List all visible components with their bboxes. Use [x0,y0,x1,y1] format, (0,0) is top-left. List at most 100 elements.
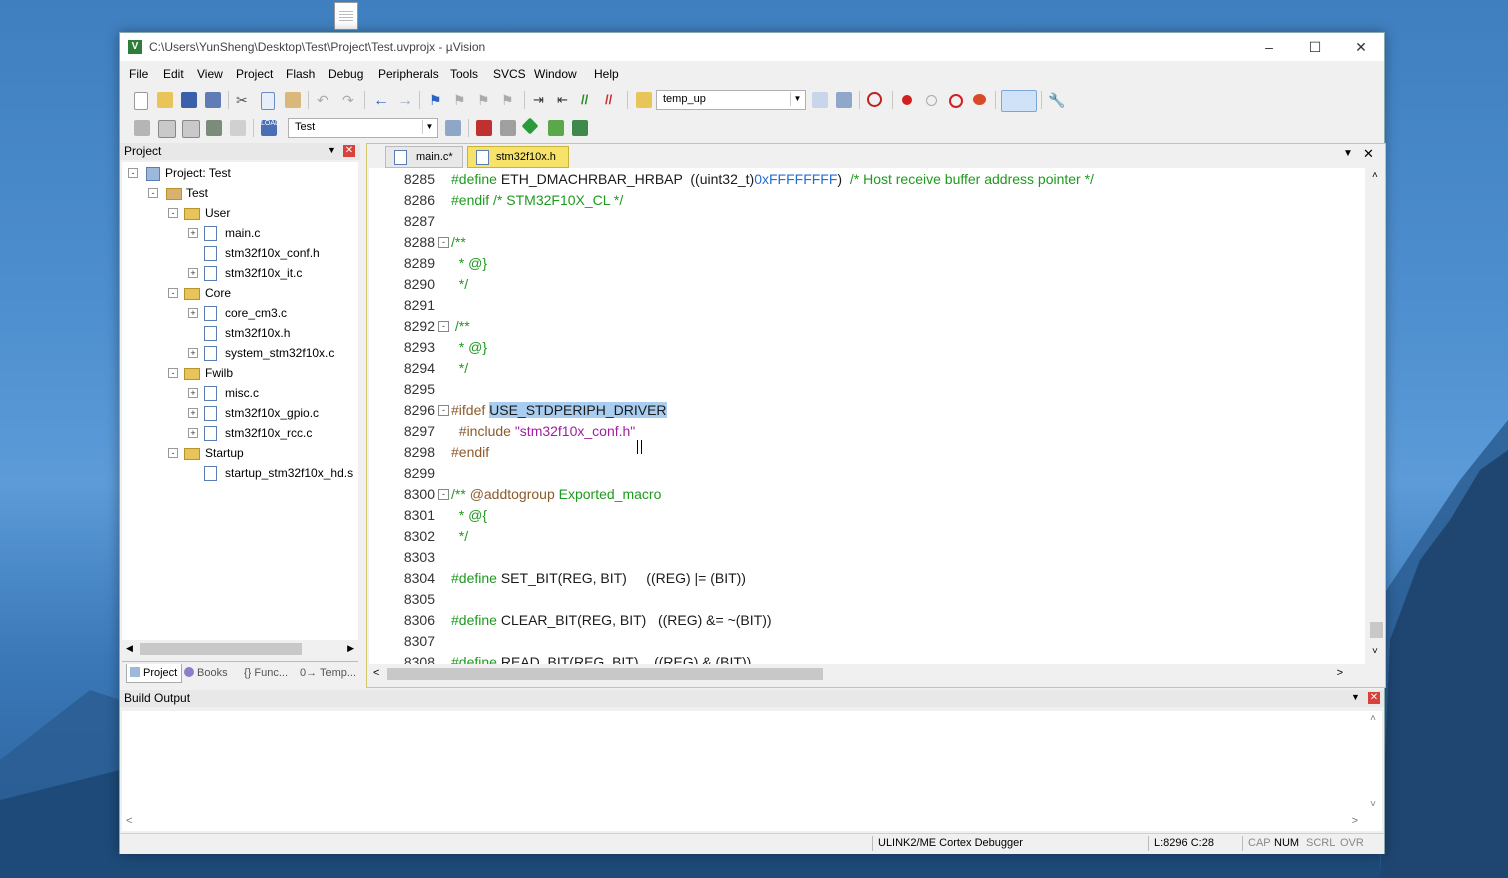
collapse-icon[interactable]: - [168,448,178,458]
code-line[interactable]: 8291 [369,295,1365,316]
comment-icon[interactable]: // [581,92,597,108]
tab-main-c[interactable]: main.c* [385,146,463,168]
close-panel-icon[interactable]: ✕ [343,145,355,157]
unindent-icon[interactable]: ⇤ [557,92,573,108]
code-line[interactable]: 8301 * @{ [369,505,1365,526]
scroll-up-icon[interactable]: ˄ [1372,170,1378,181]
fold-collapse-icon[interactable]: - [438,321,449,332]
editor-hscrollbar[interactable]: ˂ ˃ [369,665,1365,683]
prev-bookmark-icon[interactable]: ⚑ [453,92,469,108]
rebuild-icon[interactable] [182,120,200,138]
close-tab-icon[interactable]: ✕ [1363,146,1374,162]
desktop-file-icon[interactable] [334,2,358,30]
menu-help[interactable]: Help [594,67,619,81]
expand-icon[interactable]: + [188,228,198,238]
minimize-button[interactable]: – [1246,33,1292,61]
manage-project-items-icon[interactable] [476,120,492,136]
chevron-down-icon[interactable]: ▼ [422,120,436,134]
indent-icon[interactable]: ⇥ [533,92,549,108]
scroll-up-icon[interactable]: ˄ [1370,713,1376,724]
fold-collapse-icon[interactable]: - [438,405,449,416]
collapse-icon[interactable]: - [168,208,178,218]
configure-wrench-icon[interactable]: 🔧 [1048,92,1065,108]
code-editor[interactable]: 8285 #define ETH_DMACHRBAR_HRBAP ((uint32… [369,168,1365,664]
menu-svcs[interactable]: SVCS [493,67,526,81]
find-in-files-icon[interactable] [636,92,652,108]
code-line[interactable]: 8288-/** [369,232,1365,253]
pin-icon[interactable]: ▼ [326,145,337,156]
stop-build-icon[interactable] [230,120,246,136]
collapse-icon[interactable]: - [128,168,138,178]
close-window-button[interactable]: ✕ [1338,33,1384,61]
project-hscrollbar[interactable]: ◀ ▶ [122,641,358,658]
download-load-icon[interactable]: LOAD [261,120,280,136]
collapse-icon[interactable]: - [168,368,178,378]
redo-icon[interactable]: ↷ [342,92,358,108]
tab-project[interactable]: Project [126,664,182,683]
menu-window[interactable]: Window [534,67,577,81]
bookmark-icon[interactable]: ⚑ [429,92,445,108]
target-options-icon[interactable] [445,120,461,136]
pin-icon[interactable]: ▼ [1350,692,1361,703]
incremental-find-icon[interactable] [812,92,828,108]
debug-settings-icon[interactable] [836,92,852,108]
scrollbar-thumb[interactable] [140,643,302,655]
code-line[interactable]: 8295 [369,379,1365,400]
code-line[interactable]: 8292- /** [369,316,1365,337]
menu-tools[interactable]: Tools [450,67,478,81]
expand-icon[interactable]: + [188,428,198,438]
paste-icon[interactable] [285,92,301,108]
code-line[interactable]: 8299 [369,463,1365,484]
next-bookmark-icon[interactable]: ⚑ [477,92,493,108]
menu-flash[interactable]: Flash [286,67,315,81]
maximize-button[interactable]: ☐ [1292,33,1338,61]
new-file-icon[interactable] [134,92,148,110]
scroll-left-icon[interactable]: ◀ [126,643,133,654]
insert-breakpoint-icon[interactable] [902,95,912,105]
tab-list-dropdown-icon[interactable]: ▼ [1343,148,1353,159]
code-line[interactable]: 8298 #endif [369,442,1365,463]
scroll-left-icon[interactable]: ˂ [373,667,379,679]
file-extensions-icon[interactable] [500,120,516,136]
menu-peripherals[interactable]: Peripherals [378,67,439,81]
scroll-down-icon[interactable]: ˅ [1372,646,1378,657]
fold-collapse-icon[interactable]: - [438,237,449,248]
scrollbar-thumb[interactable] [1370,622,1383,638]
clear-bookmarks-icon[interactable]: ⚑ [501,92,517,108]
code-line[interactable]: 8286 #endif /* STM32F10X_CL */ [369,190,1365,211]
disable-breakpoints-icon[interactable] [949,94,963,108]
collapse-icon[interactable]: - [148,188,158,198]
code-line[interactable]: 8296- #ifdef USE_STDPERIPH_DRIVER [369,400,1365,421]
navigate-forward-icon[interactable]: → [397,92,413,109]
tab-books[interactable]: Books [184,664,228,682]
expand-icon[interactable]: + [188,268,198,278]
code-line[interactable]: 8287 [369,211,1365,232]
expand-icon[interactable]: + [188,308,198,318]
scrollbar-thumb[interactable] [387,668,823,680]
code-line[interactable]: 8303 [369,547,1365,568]
code-line[interactable]: 8289 * @} [369,253,1365,274]
chevron-down-icon[interactable]: ▼ [790,92,804,106]
scroll-left-icon[interactable]: ˂ [126,815,132,827]
target-combo[interactable]: Test ▼ [288,118,438,138]
expand-icon[interactable]: + [188,408,198,418]
kill-breakpoints-icon[interactable] [973,94,986,105]
window-layout-icon[interactable] [1001,90,1037,112]
save-all-icon[interactable] [205,92,221,108]
tab-functions[interactable]: {} Func... [244,664,288,682]
scroll-right-icon[interactable]: ˃ [1337,667,1343,679]
code-line[interactable]: 8300-/** @addtogroup Exported_macro [369,484,1365,505]
expand-icon[interactable]: + [188,388,198,398]
find-combo[interactable]: temp_up ▼ [656,90,806,110]
tab-stm32f10x-h[interactable]: stm32f10x.h [467,146,569,168]
scroll-down-icon[interactable]: ˅ [1370,799,1376,810]
uncomment-icon[interactable]: // [605,92,621,108]
navigate-back-icon[interactable]: ← [373,92,389,109]
copy-icon[interactable] [261,92,275,110]
editor-vscrollbar[interactable]: ˄ ˅ [1368,168,1385,664]
translate-icon[interactable] [134,120,150,136]
code-line[interactable]: 8297 #include "stm32f10x_conf.h" [369,421,1365,442]
code-line[interactable]: 8304 #define SET_BIT(REG, BIT) ((REG) |= … [369,568,1365,589]
menu-debug[interactable]: Debug [328,67,363,81]
code-line[interactable]: 8302 */ [369,526,1365,547]
